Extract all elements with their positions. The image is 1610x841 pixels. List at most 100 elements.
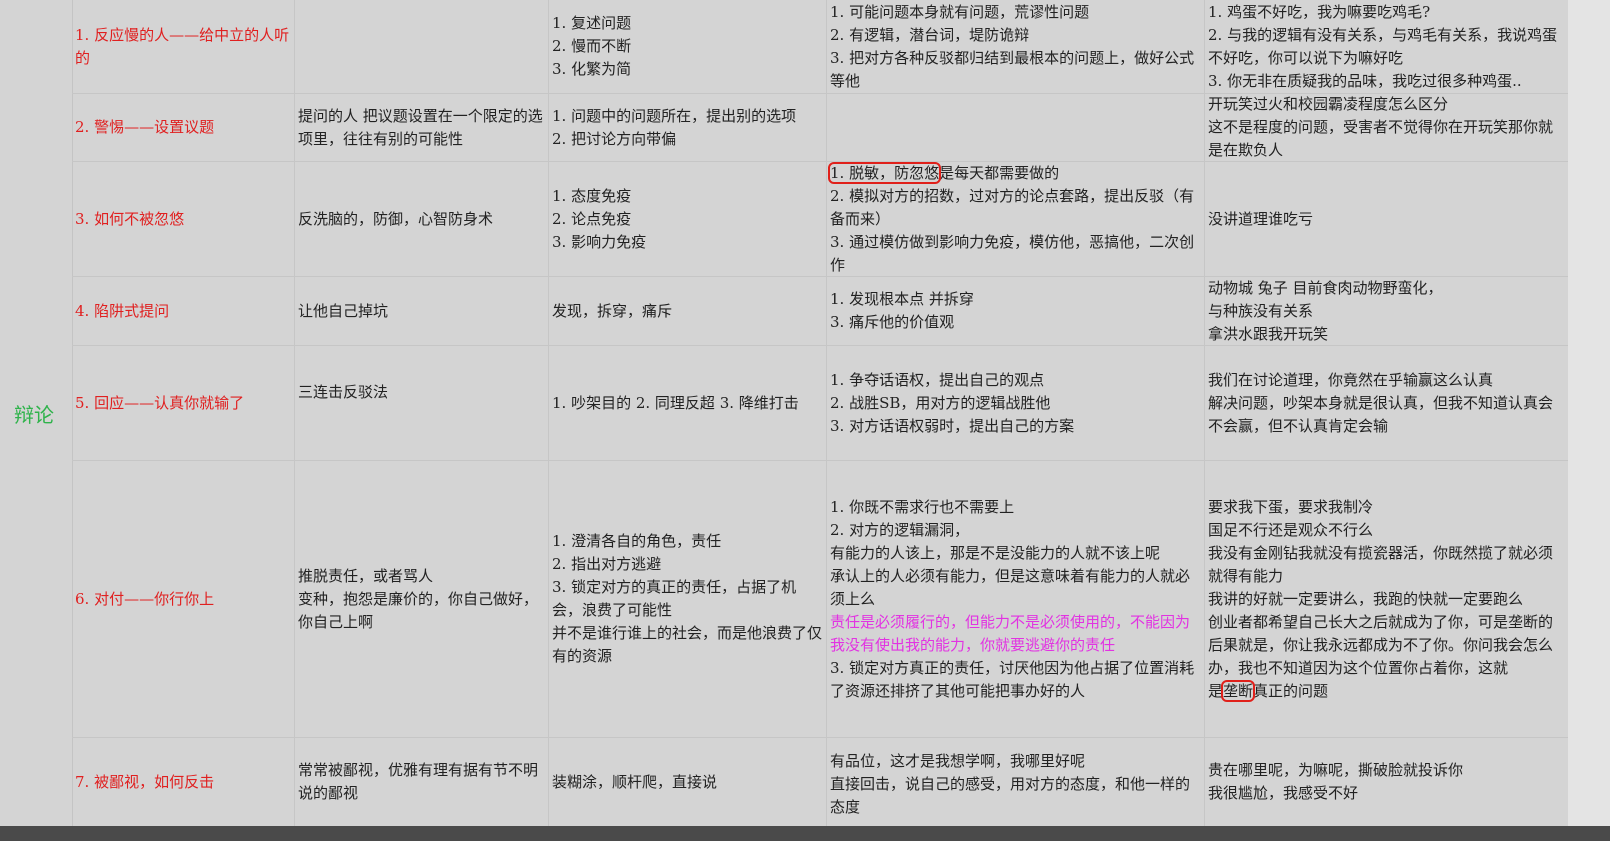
points-cell[interactable]: 有品位，这才是我想学啊，我哪里好呢 直接回击，说自己的感受，用对方的态度，和他一…: [827, 738, 1205, 826]
examples-cell[interactable]: 我们在讨论道理，你竟然在乎输赢这么认真 解决问题，吵架本身就是很认真，但我不知道…: [1205, 346, 1568, 460]
description-cell[interactable]: 三连击反驳法: [295, 346, 549, 460]
example-line: 开玩笑过火和校园霸凌程度怎么区分: [1208, 95, 1449, 113]
method-line: 1. 问题中的问题所在，提出别的选项: [552, 106, 797, 125]
example-text: 是: [1208, 681, 1224, 700]
points-cell[interactable]: 1. 发现根本点 并拆穿 3. 痛斥他的价值观: [827, 277, 1205, 345]
examples-cell[interactable]: 动物城 兔子 目前食肉动物野蛮化， 与种族没有关系 拿洪水跟我开玩笑: [1205, 277, 1568, 345]
point-line: 2. 有逻辑，潜台词，堤防诡辩: [830, 25, 1030, 44]
examples-cell[interactable]: 没讲道理谁吃亏: [1205, 162, 1568, 276]
description-cell[interactable]: 反洗脑的，防御，心智防身术: [295, 162, 549, 276]
point-line: 有品位，这才是我想学啊，我哪里好呢: [830, 752, 1086, 770]
point-line: 1. 你既不需求行也不需要上: [830, 497, 1015, 516]
point-line: 3. 痛斥他的价值观: [830, 313, 955, 331]
table-row[interactable]: 1. 反应慢的人——给中立的人听的 1. 复述问题 2. 慢而不断 3. 化繁为…: [72, 0, 1568, 94]
methods-cell[interactable]: 1. 问题中的问题所在，提出别的选项 2. 把讨论方向带偏: [549, 94, 827, 161]
method-line: 2. 论点免疫: [552, 209, 632, 228]
table-row[interactable]: 2. 警惕——设置议题 提问的人 把议题设置在一个限定的选项里，往往有别的可能性…: [72, 94, 1568, 162]
example-line: 动物城 兔子 目前食肉动物野蛮化，: [1208, 278, 1443, 297]
example-line: 我很尴尬，我感受不好: [1208, 784, 1359, 802]
topic-cell[interactable]: 4. 陷阱式提问: [72, 277, 295, 345]
topic-title: 6. 对付——你行你上: [75, 589, 215, 608]
topic-title: 7. 被鄙视，如何反击: [75, 772, 215, 791]
description-text: 推脱责任，或者骂人: [298, 566, 434, 585]
example-line: 我讲的好就一定要讲么，我跑的快就一定要跑么: [1208, 589, 1524, 608]
example-line: 贵在哪里呢，为嘛呢，撕破脸就投诉你: [1208, 761, 1464, 779]
description-cell[interactable]: 常常被鄙视，优雅有理有据有节不明说的鄙视: [295, 738, 549, 826]
point-line: 3. 对方话语权弱时，提出自己的方案: [830, 416, 1075, 435]
points-cell[interactable]: 1. 可能问题本身就有问题，荒谬性问题 2. 有逻辑，潜台词，堤防诡辩 3. 把…: [827, 0, 1205, 93]
point-line: 1. 可能问题本身就有问题，荒谬性问题: [830, 2, 1090, 21]
method-line: 2. 慢而不断: [552, 37, 632, 55]
point-line: 承认上的人必须有能力，但是这意味着有能力的人就必须上么: [830, 566, 1191, 608]
topic-title: 3. 如何不被忽悠: [75, 209, 185, 228]
example-text: 真正的问题: [1253, 681, 1329, 700]
description-text: 让他自己掉坑: [298, 301, 389, 320]
topic-cell[interactable]: 6. 对付——你行你上: [72, 461, 295, 737]
highlight-circle: 1. 脱敏，防忽悠: [827, 162, 942, 184]
example-line: 1. 鸡蛋不好吃，我为嘛要吃鸡毛?: [1208, 2, 1431, 21]
point-line: 1. 发现根本点 并拆穿: [830, 290, 974, 308]
methods-cell[interactable]: 1. 澄清各自的角色，责任 2. 指出对方逃避 3. 锁定对方的真正的责任，占据…: [549, 461, 827, 737]
examples-cell[interactable]: 1. 鸡蛋不好吃，我为嘛要吃鸡毛? 2. 与我的逻辑有没有关系，与鸡毛有关系，我…: [1205, 0, 1568, 93]
points-cell[interactable]: 1. 脱敏，防忽悠是每天都需要做的 2. 模拟对方的招数，过对方的论点套路，提出…: [827, 162, 1205, 276]
point-text: 是每天都需要做的: [939, 163, 1060, 182]
method-line: 2. 把讨论方向带偏: [552, 129, 677, 148]
method-line: 发现，拆穿，痛斥: [552, 301, 673, 320]
method-line: 1. 吵架目的 2. 同理反超 3. 降维打击: [552, 393, 799, 412]
category-column[interactable]: 辩论: [0, 0, 73, 826]
point-line: 1. 脱敏，防忽悠是每天都需要做的: [827, 162, 1201, 185]
description-cell[interactable]: 提问的人 把议题设置在一个限定的选项里，往往有别的可能性: [295, 94, 549, 161]
points-cell[interactable]: 1. 争夺话语权，提出自己的观点 2. 战胜SB，用对方的逻辑战胜他 3. 对方…: [827, 346, 1205, 460]
point-line: 2. 战胜SB，用对方的逻辑战胜他: [830, 393, 1051, 412]
topic-cell[interactable]: 2. 警惕——设置议题: [72, 94, 295, 161]
points-cell[interactable]: 1. 你既不需求行也不需要上 2. 对方的逻辑漏洞， 有能力的人该上，那是不是没…: [827, 461, 1205, 737]
topic-cell[interactable]: 7. 被鄙视，如何反击: [72, 738, 295, 826]
points-cell[interactable]: [827, 94, 1205, 161]
table-row[interactable]: 5. 回应——认真你就输了 三连击反驳法 1. 吵架目的 2. 同理反超 3. …: [72, 346, 1568, 461]
point-line: 3. 把对方各种反驳都归结到最根本的问题上，做好公式等他: [830, 48, 1195, 90]
method-line: 3. 化繁为简: [552, 60, 632, 78]
example-line: 我们在讨论道理，你竟然在乎输赢这么认真: [1208, 370, 1494, 389]
example-line: 3. 你无非在质疑我的品味，我吃过很多种鸡蛋..: [1208, 71, 1522, 90]
example-line: 2. 与我的逻辑有没有关系，与鸡毛有关系，我说鸡蛋不好吃，你可以说下为嘛好吃: [1208, 25, 1558, 67]
right-gutter: [1568, 0, 1610, 826]
examples-cell[interactable]: 贵在哪里呢，为嘛呢，撕破脸就投诉你 我很尴尬，我感受不好: [1205, 738, 1568, 826]
table-row[interactable]: 3. 如何不被忽悠 反洗脑的，防御，心智防身术 1. 态度免疫 2. 论点免疫 …: [72, 162, 1568, 277]
method-line: 1. 复述问题: [552, 14, 632, 32]
topic-cell[interactable]: 3. 如何不被忽悠: [72, 162, 295, 276]
example-line: 是垄断真正的问题: [1208, 679, 1565, 703]
methods-cell[interactable]: 1. 态度免疫 2. 论点免疫 3. 影响力免疫: [549, 162, 827, 276]
description-cell[interactable]: 让他自己掉坑: [295, 277, 549, 345]
methods-cell[interactable]: 1. 复述问题 2. 慢而不断 3. 化繁为简: [549, 0, 827, 93]
point-line: 直接回击，说自己的感受，用对方的态度，和他一样的态度: [830, 775, 1191, 816]
examples-cell[interactable]: 开玩笑过火和校园霸凌程度怎么区分 这不是程度的问题，受害者不觉得你在开玩笑那你就…: [1205, 94, 1568, 161]
example-line: 创业者都希望自己长大之后就成为了你，可是垄断的后果就是，你让我永远都成为不了你。…: [1208, 612, 1554, 677]
table-row[interactable]: 7. 被鄙视，如何反击 常常被鄙视，优雅有理有据有节不明说的鄙视 装糊涂，顺杆爬…: [72, 738, 1568, 826]
point-line: 3. 锁定对方真正的责任，讨厌他因为他占据了位置消耗了资源还排挤了其他可能把事办…: [830, 658, 1195, 700]
topic-title: 2. 警惕——设置议题: [75, 118, 215, 136]
methods-cell[interactable]: 装糊涂，顺杆爬，直接说: [549, 738, 827, 826]
methods-cell[interactable]: 发现，拆穿，痛斥: [549, 277, 827, 345]
description-text: 三连击反驳法: [298, 382, 389, 401]
method-line: 3. 锁定对方的真正的责任，占据了机会，浪费了可能性: [552, 578, 797, 619]
example-line: 要求我下蛋，要求我制冷: [1208, 497, 1374, 516]
methods-cell[interactable]: 1. 吵架目的 2. 同理反超 3. 降维打击: [549, 346, 827, 460]
example-line: 我没有金刚钻我就没有揽瓷器活，你既然揽了就必须就得有能力: [1208, 543, 1554, 585]
topic-cell[interactable]: 5. 回应——认真你就输了: [72, 346, 295, 460]
table-row[interactable]: 4. 陷阱式提问 让他自己掉坑 发现，拆穿，痛斥 1. 发现根本点 并拆穿 3.…: [72, 277, 1568, 346]
horizontal-scrollbar[interactable]: [0, 826, 1610, 841]
example-line: 解决问题，吵架本身就是很认真，但我不知道认真会不会赢，但不认真肯定会输: [1208, 393, 1554, 435]
topic-title: 4. 陷阱式提问: [75, 301, 170, 320]
table-row[interactable]: 6. 对付——你行你上 推脱责任，或者骂人 变种，抱怨是廉价的，你自己做好，你自…: [72, 461, 1568, 738]
highlighted-point: 责任是必须履行的，但能力不是必须使用的，不能因为我没有使出我的能力，你就要逃避你…: [830, 612, 1191, 654]
description-text: 反洗脑的，防御，心智防身术: [298, 209, 494, 228]
description-cell[interactable]: [295, 0, 549, 93]
point-line: 2. 对方的逻辑漏洞，: [830, 520, 970, 539]
method-line: 装糊涂，顺杆爬，直接说: [552, 772, 718, 791]
method-line: 3. 影响力免疫: [552, 232, 647, 251]
examples-cell[interactable]: 要求我下蛋，要求我制冷 国足不行还是观众不行么 我没有金刚钻我就没有揽瓷器活，你…: [1205, 461, 1568, 737]
topic-cell[interactable]: 1. 反应慢的人——给中立的人听的: [72, 0, 295, 93]
example-line: 国足不行还是观众不行么: [1208, 520, 1374, 539]
description-cell[interactable]: 推脱责任，或者骂人 变种，抱怨是廉价的，你自己做好，你自己上啊: [295, 461, 549, 737]
point-line: 2. 模拟对方的招数，过对方的论点套路，提出反驳（有备而来）: [830, 186, 1195, 228]
